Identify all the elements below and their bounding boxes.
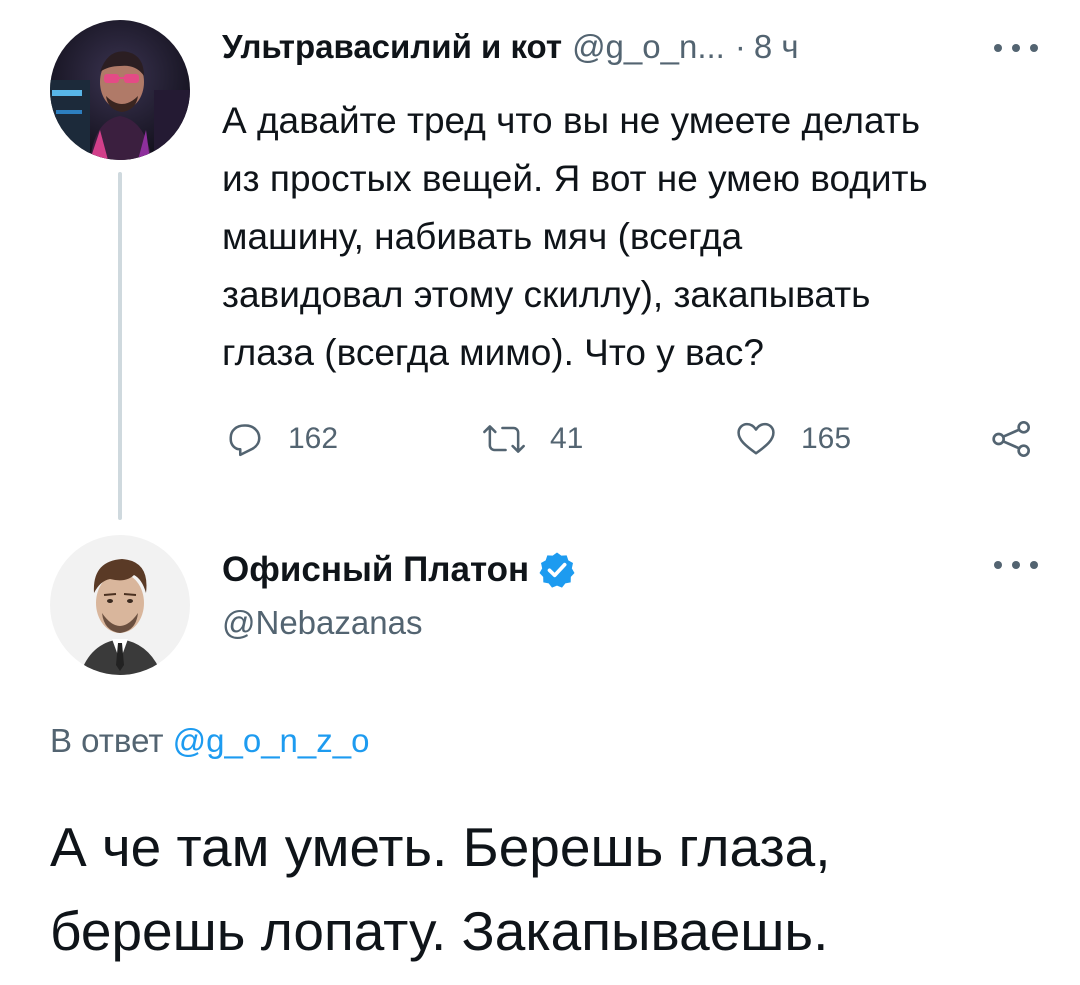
tweet-text-line: А че там уметь. Берешь глаза, [50,816,831,878]
tweet-text-line: глаза (всегда мимо). Что у вас? [222,332,764,373]
reply-count: 162 [288,422,339,455]
share-button[interactable] [990,414,1034,464]
tweet-text-line: А давайте тред что вы не умеете делать [222,100,920,141]
tweet-header: Ультравасилий и кот @g_o_n... · 8 ч [222,24,799,70]
avatar[interactable] [50,535,190,675]
reply-prefix: В ответ [50,722,164,759]
separator-dot: · [734,28,746,65]
like-button[interactable]: 165 [735,414,851,464]
reply-context: В ответ @g_o_n_z_o [50,722,369,760]
reply-button[interactable]: 162 [226,414,338,464]
more-icon[interactable] [994,38,1038,58]
retweet-button[interactable]: 41 [482,414,583,464]
thread-connector-line [118,172,122,520]
retweet-icon [483,425,525,453]
tweet-text-line: из простых вещей. Я вот не умею водить [222,158,928,199]
heart-icon [737,422,775,455]
tweet-text-line: берешь лопату. Закапываешь. [50,900,829,962]
verified-badge-icon [539,552,575,588]
avatar[interactable] [50,20,190,160]
like-count: 165 [801,422,852,455]
tweet-text: А че там уметь. Берешь глаза, берешь лоп… [50,805,1050,973]
tweet-text-line: машину, набивать мяч (всегда [222,216,743,257]
author-handle[interactable]: @Nebazanas [222,604,422,642]
tweet-text-line: завидовал этому скиллу), закапывать [222,274,871,315]
retweet-count: 41 [550,422,584,455]
reply-mention-link[interactable]: @g_o_n_z_o [173,722,370,759]
more-icon[interactable] [994,555,1038,575]
share-icon [992,421,1030,457]
tweet-text: А давайте тред что вы не умеете делать и… [222,92,1052,382]
tweet-timestamp[interactable]: 8 ч [754,28,799,66]
reply-icon [229,424,261,457]
author-handle[interactable]: @g_o_n... [572,28,725,66]
author-name[interactable]: Офисный Платон [222,550,529,590]
author-name[interactable]: Ультравасилий и кот [222,28,562,66]
author-name-row: Офисный Платон [222,545,577,595]
